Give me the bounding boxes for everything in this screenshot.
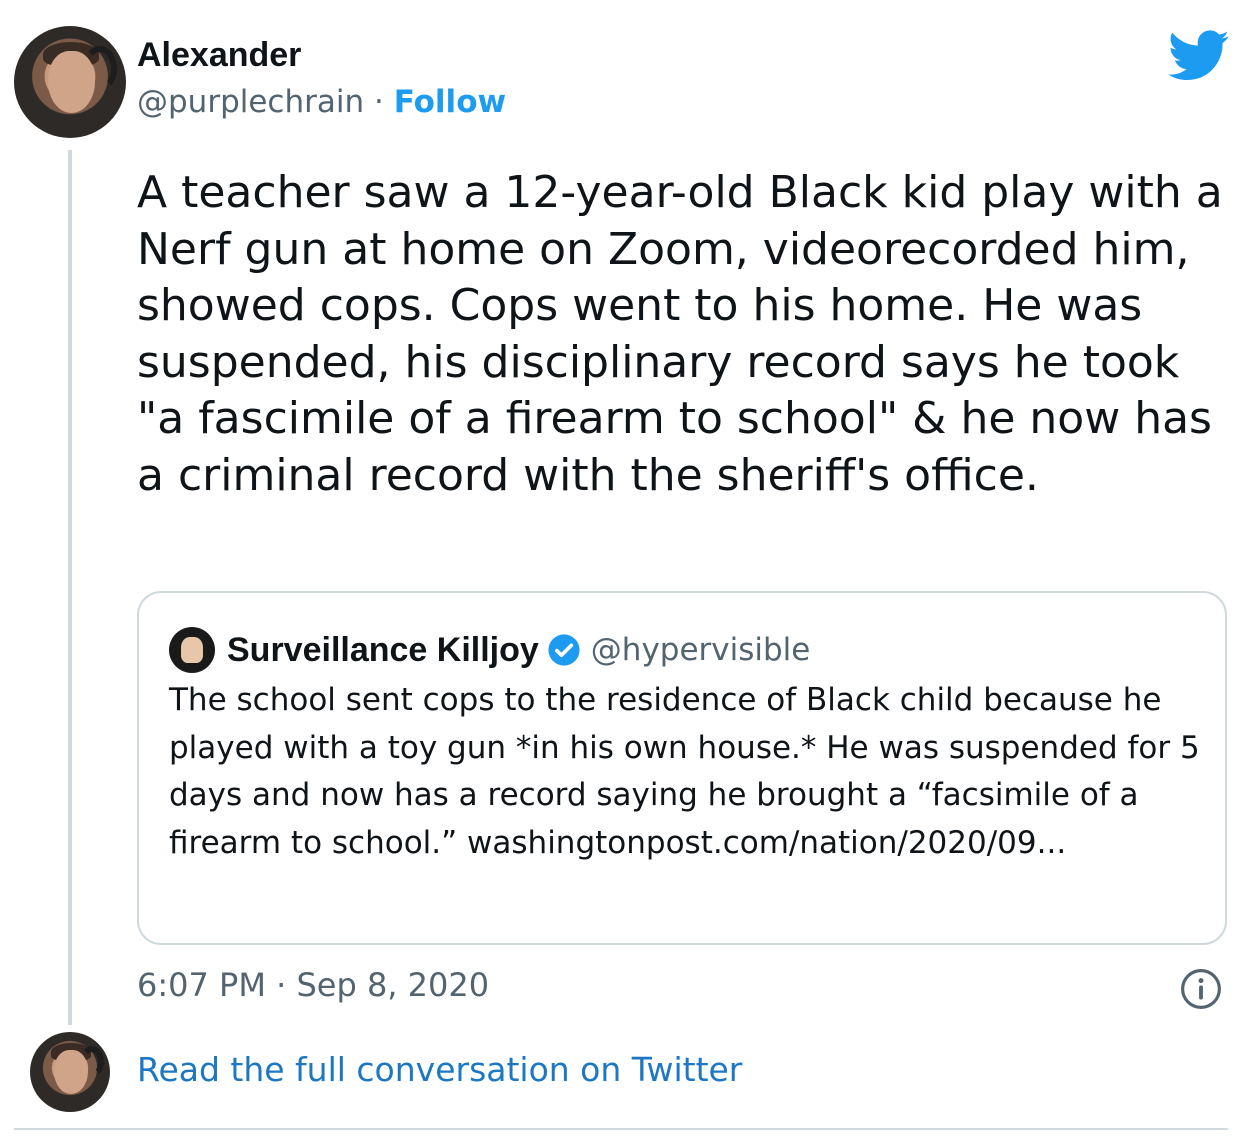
meta-separator: · [374,84,384,120]
read-full-conversation-link[interactable]: Read the full conversation on Twitter [137,1050,742,1089]
quoted-tweet-header: Surveillance Killjoy @hypervisible [169,627,810,673]
tweet-text: A teacher saw a 12-year-old Black kid pl… [137,167,1223,501]
bottom-divider [14,1128,1228,1130]
info-icon[interactable] [1180,968,1222,1010]
thread-line [68,150,72,1025]
hand-icon [181,637,203,663]
quoted-author-avatar[interactable] [169,627,215,673]
footer-avatar[interactable] [30,1032,110,1112]
author-avatar[interactable] [14,26,126,138]
quoted-tweet-text: The school sent cops to the residence of… [169,682,1200,861]
verified-badge-icon [548,634,580,666]
follow-button[interactable]: Follow [394,84,506,120]
author-name[interactable]: Alexander [137,36,301,75]
author-meta: @purplechrain · Follow [137,84,506,120]
twitter-bird-icon[interactable] [1168,30,1230,82]
quoted-author-handle[interactable]: @hypervisible [591,632,811,668]
avatar-headphones [79,1046,104,1079]
avatar-headphones [83,46,118,91]
quoted-author-name[interactable]: Surveillance Killjoy [227,631,539,670]
tweet-timestamp[interactable]: 6:07 PM · Sep 8, 2020 [137,966,489,1004]
author-handle[interactable]: @purplechrain [137,84,364,120]
quoted-tweet-card[interactable]: Surveillance Killjoy @hypervisible The s… [137,591,1227,945]
